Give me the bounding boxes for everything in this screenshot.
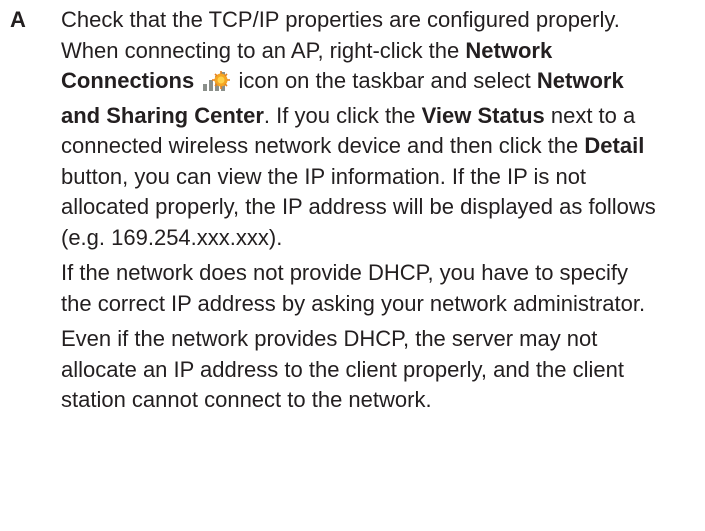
text-segment: . If you click the	[263, 102, 422, 128]
paragraph-tcpip-check: Check that the TCP/IP properties are con…	[61, 5, 661, 253]
paragraph-dhcp-issue: Even if the network provides DHCP, the s…	[61, 326, 624, 412]
paragraph-no-dhcp: If the network does not provide DHCP, yo…	[61, 260, 646, 316]
network-connections-icon	[202, 68, 231, 101]
answer-body: Check that the TCP/IP properties are con…	[61, 5, 661, 416]
detail-button-term: Detail	[584, 133, 645, 158]
view-status-term: View Status	[421, 102, 545, 128]
answer-label: A	[10, 7, 26, 32]
text-segment: icon on the taskbar and select	[232, 68, 537, 93]
text-segment: button, you can view the IP information.…	[61, 163, 656, 250]
